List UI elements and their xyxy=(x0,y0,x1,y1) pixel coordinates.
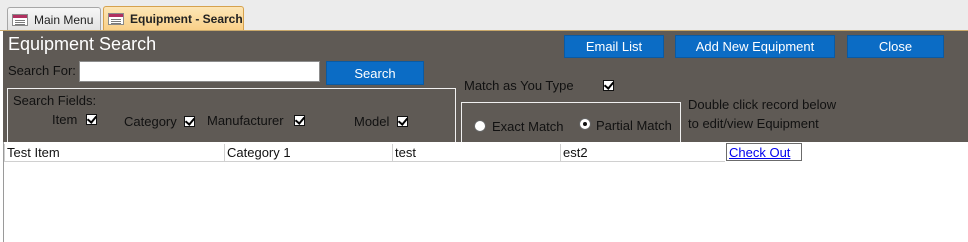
instructions-line-2: to edit/view Equipment xyxy=(688,116,819,131)
model-cell[interactable]: est2 xyxy=(560,144,725,162)
field-item-checkbox[interactable] xyxy=(86,114,97,125)
field-category-label: Category xyxy=(124,114,177,129)
item-cell[interactable]: Test Item xyxy=(4,144,224,162)
tab-main-menu[interactable]: Main Menu xyxy=(7,7,101,31)
check-out-link[interactable]: Check Out xyxy=(726,143,802,161)
search-form-header: Equipment Search Email List Add New Equi… xyxy=(3,31,968,142)
tab-equipment-search[interactable]: Equipment - Search xyxy=(103,6,244,31)
search-fields-group: Search Fields: Item Category Manufacture… xyxy=(7,88,456,142)
search-fields-label: Search Fields: xyxy=(13,93,97,108)
search-button[interactable]: Search xyxy=(326,61,424,85)
field-manufacturer-label: Manufacturer xyxy=(207,113,284,128)
partial-match-label: Partial Match xyxy=(596,118,672,133)
match-as-you-type-checkbox[interactable] xyxy=(603,80,614,91)
search-for-label: Search For: xyxy=(8,63,76,78)
page-title: Equipment Search xyxy=(8,34,157,54)
tab-equipment-search-label: Equipment - Search xyxy=(130,12,243,26)
field-model-checkbox[interactable] xyxy=(397,116,408,127)
tab-main-menu-label: Main Menu xyxy=(34,12,94,27)
email-list-button[interactable]: Email List xyxy=(564,35,664,58)
add-new-equipment-button[interactable]: Add New Equipment xyxy=(675,35,835,58)
results-list: Test Item Category 1 test est2 Check Out xyxy=(3,142,968,242)
exact-match-radio[interactable] xyxy=(474,120,486,132)
field-item-label: Item xyxy=(52,112,78,127)
document-tab-strip: Main Menu Equipment - Search xyxy=(0,0,968,31)
close-button[interactable]: Close xyxy=(847,35,944,58)
field-category-checkbox[interactable] xyxy=(184,116,195,127)
form-icon xyxy=(108,13,124,25)
search-input[interactable] xyxy=(79,61,320,82)
exact-match-label: Exact Match xyxy=(492,119,564,134)
category-cell[interactable]: Category 1 xyxy=(224,144,392,162)
match-as-you-type-label: Match as You Type xyxy=(464,78,574,93)
match-mode-group: Exact Match Partial Match xyxy=(461,102,681,142)
partial-match-radio[interactable] xyxy=(579,118,591,130)
form-icon xyxy=(12,13,28,26)
field-model-label: Model xyxy=(354,114,390,129)
instructions-line-1: Double click record below xyxy=(688,97,837,112)
manufacturer-cell[interactable]: test xyxy=(392,144,560,162)
field-manufacturer-checkbox[interactable] xyxy=(294,115,305,126)
